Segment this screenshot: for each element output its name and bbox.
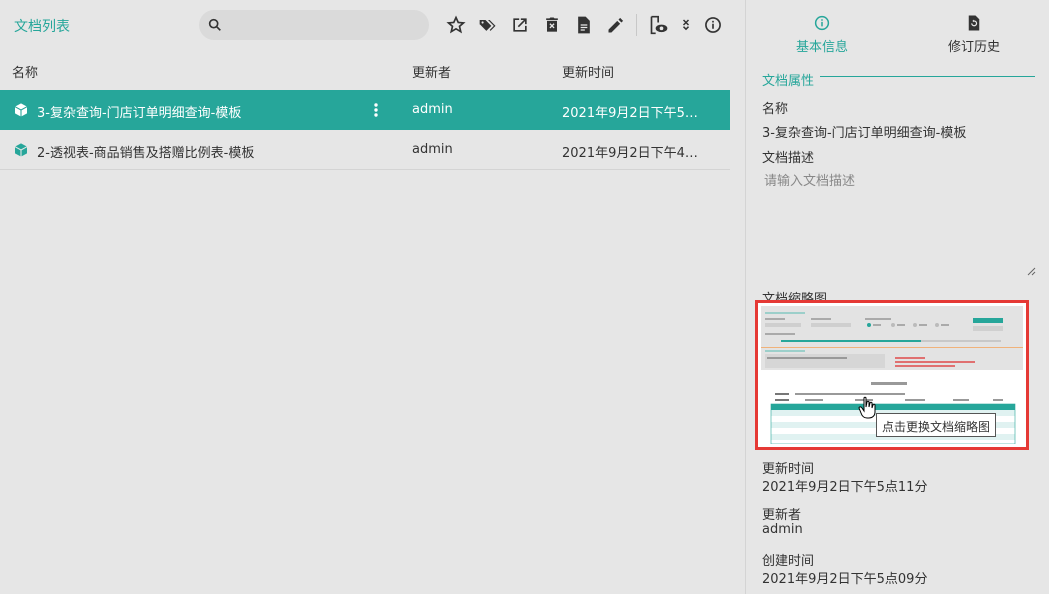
- column-header-time[interactable]: 更新时间: [562, 62, 614, 81]
- more-vert-icon[interactable]: [370, 101, 382, 119]
- page-title: 文档列表: [14, 19, 70, 35]
- row-name: 3-复杂查询-门店订单明细查询-模板: [37, 106, 242, 121]
- history-icon: [968, 15, 980, 31]
- section-divider: [820, 76, 1035, 77]
- updater-label: 更新者: [762, 508, 802, 523]
- row-time: 2021年9月2日下午4点55分: [562, 146, 702, 161]
- updated-time-value: 2021年9月2日下午5点11分: [762, 480, 928, 495]
- edit-icon[interactable]: [606, 15, 626, 35]
- name-value: 3-复杂查询-门店订单明细查询-模板: [762, 126, 967, 141]
- document-list-pane: 文档列表 名称 更新者 更新时间 3-复杂查询-门店订单明细查询-模板 admi…: [0, 0, 745, 594]
- tab-label: 基本信息: [795, 40, 848, 55]
- row-time: 2021年9月2日下午5点11分: [562, 106, 702, 121]
- details-panel: 基本信息 修订历史 文档属性 名称 3-复杂查询-门店订单明细查询-模板 文档描…: [745, 0, 1049, 594]
- column-header-name[interactable]: 名称: [12, 62, 38, 81]
- tag-icon[interactable]: [478, 15, 498, 35]
- row-name: 2-透视表-商品销售及搭赠比例表-模板: [37, 146, 255, 161]
- document-icon[interactable]: [574, 15, 594, 35]
- row-updater: admin: [412, 102, 453, 117]
- created-time-value: 2021年9月2日下午5点09分: [762, 572, 928, 587]
- row-updater: admin: [412, 142, 453, 157]
- thumbnail-tooltip: 点击更换文档缩略图: [876, 413, 996, 437]
- cube-icon: [14, 143, 28, 157]
- tab-basic-info[interactable]: 基本信息: [762, 14, 882, 55]
- info-icon[interactable]: [703, 15, 723, 35]
- table-header: 名称 更新者 更新时间: [0, 50, 730, 90]
- tab-label: 修订历史: [947, 40, 1000, 55]
- tab-revision-history[interactable]: 修订历史: [914, 14, 1034, 55]
- column-header-updater[interactable]: 更新者: [412, 62, 451, 81]
- table-row[interactable]: 2-透视表-商品销售及搭赠比例表-模板 admin 2021年9月2日下午4点5…: [0, 130, 730, 170]
- resize-handle-icon[interactable]: [1026, 266, 1036, 276]
- description-label: 文档描述: [762, 151, 815, 166]
- created-time-label: 创建时间: [762, 554, 815, 569]
- name-label: 名称: [762, 102, 789, 117]
- cube-icon: [14, 103, 28, 117]
- hand-pointer-icon: [858, 396, 876, 419]
- updater-value: admin: [762, 522, 803, 537]
- updated-time-label: 更新时间: [762, 462, 815, 477]
- section-title: 文档属性: [762, 74, 815, 89]
- star-icon[interactable]: [446, 15, 466, 35]
- preview-icon[interactable]: [648, 15, 670, 35]
- delete-icon[interactable]: [542, 15, 562, 35]
- toolbar: 文档列表: [0, 0, 745, 50]
- search-input[interactable]: [199, 10, 429, 40]
- toolbar-divider: [636, 14, 637, 36]
- collapse-icon[interactable]: [680, 15, 692, 35]
- open-external-icon[interactable]: [510, 15, 530, 35]
- search-icon: [208, 18, 221, 31]
- description-placeholder: 请输入文档描述: [764, 174, 856, 189]
- table-row[interactable]: 3-复杂查询-门店订单明细查询-模板 admin 2021年9月2日下午5点11…: [0, 90, 730, 130]
- description-field[interactable]: 请输入文档描述: [762, 168, 1036, 276]
- info-icon: [814, 15, 830, 31]
